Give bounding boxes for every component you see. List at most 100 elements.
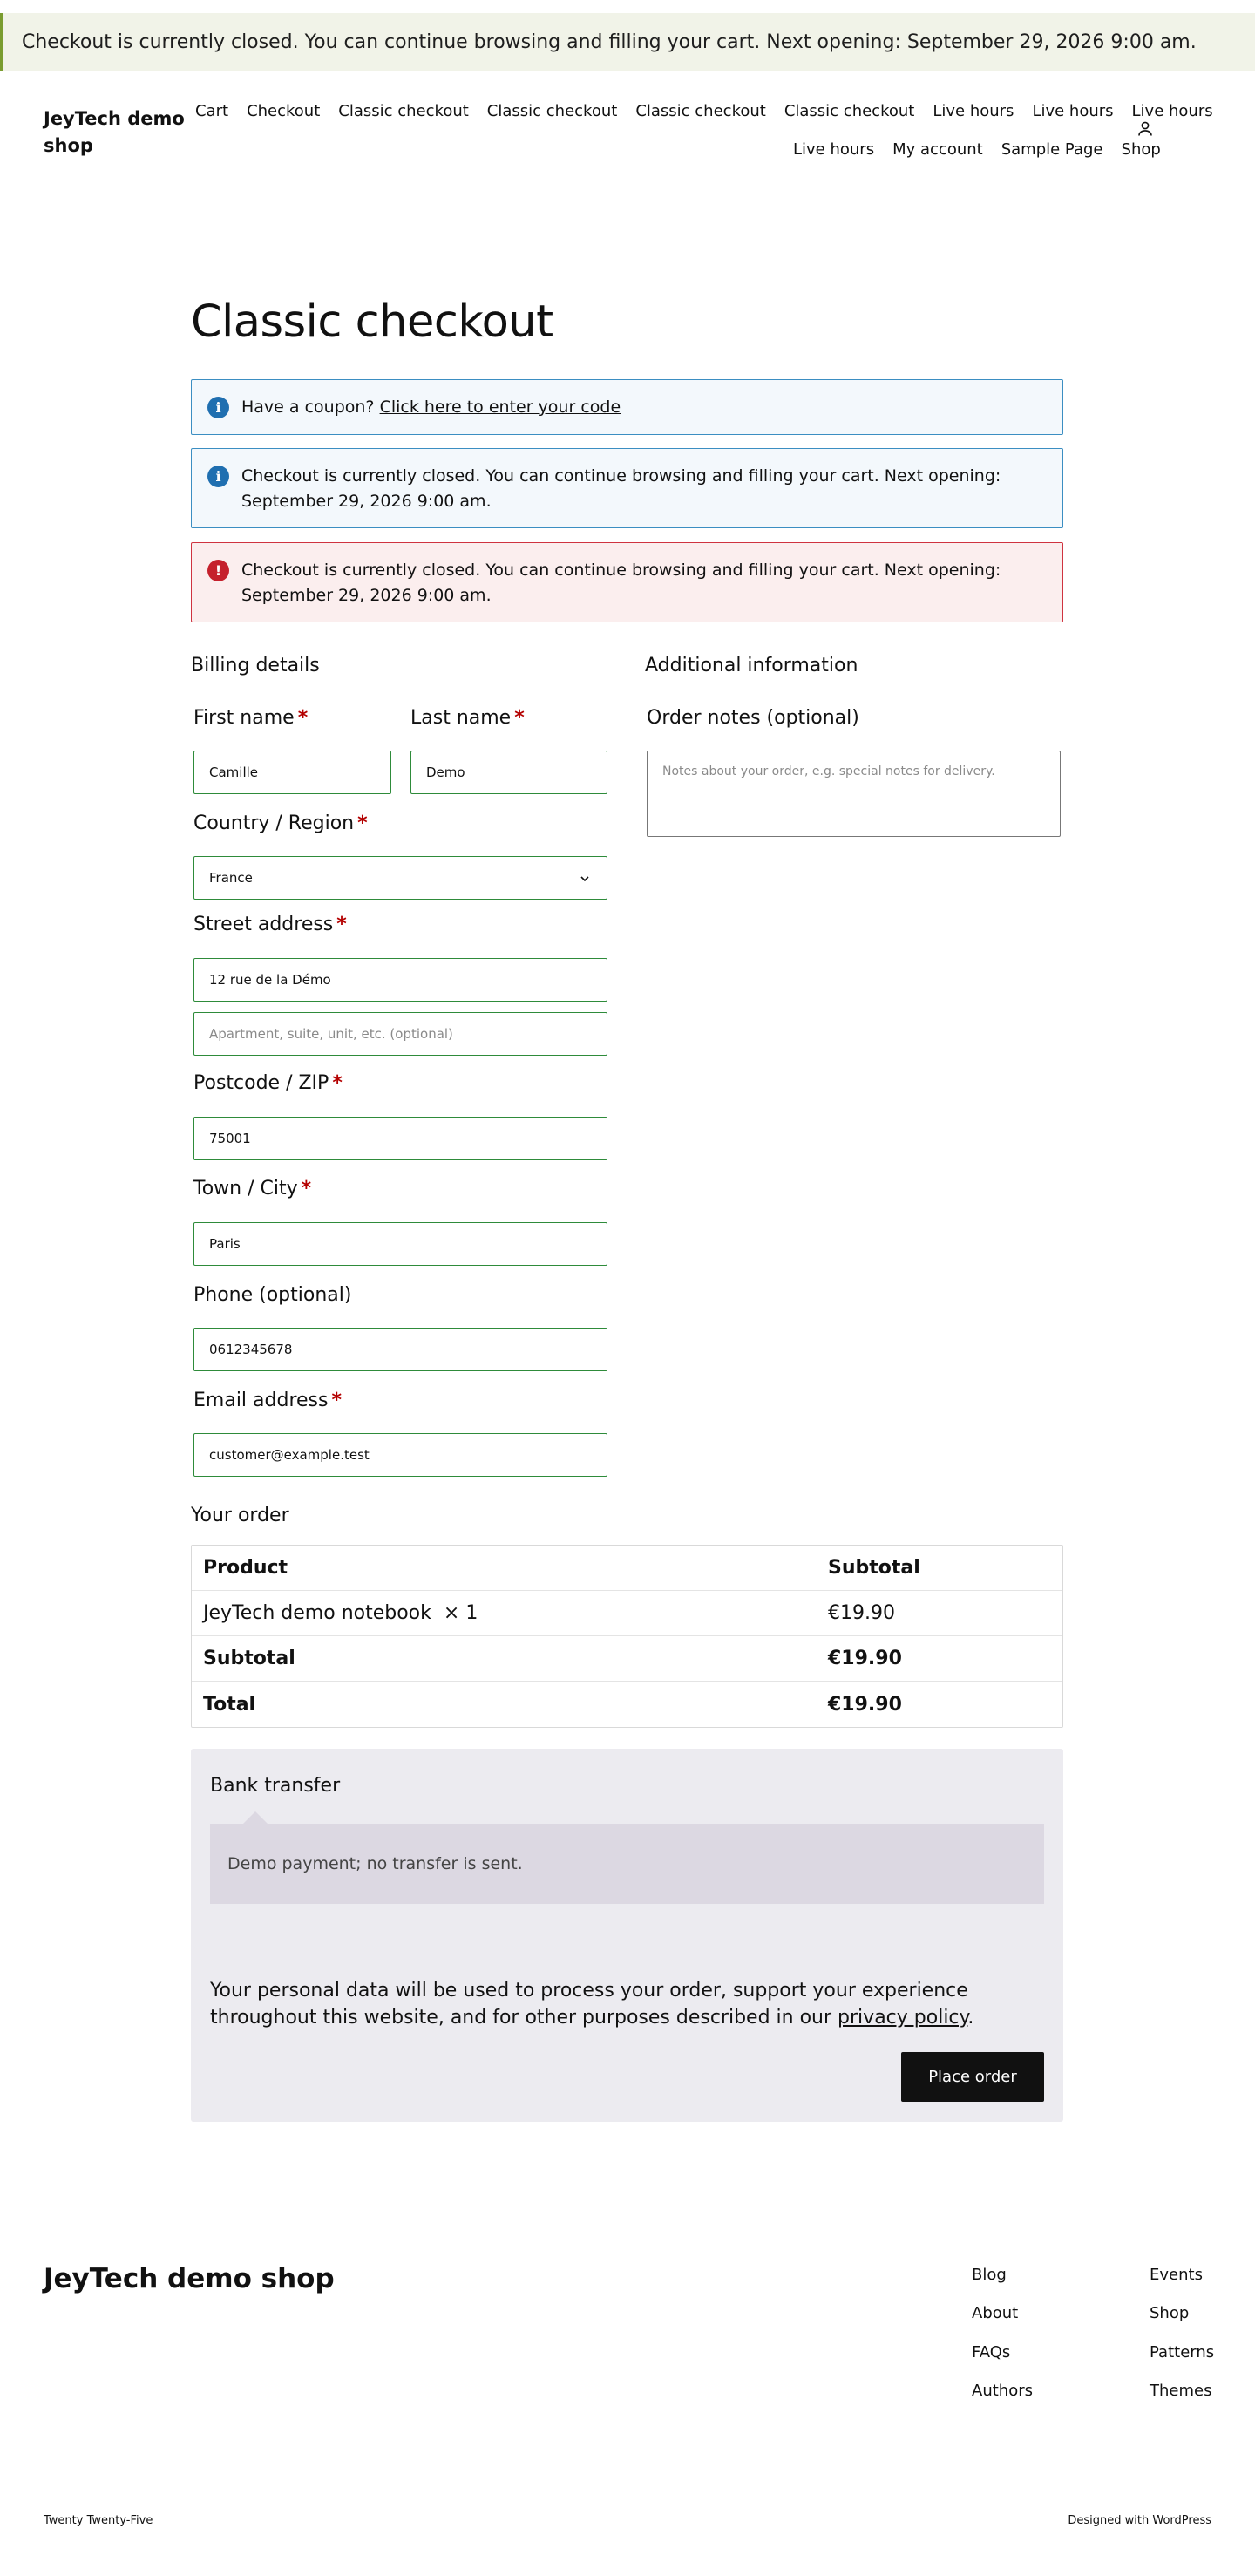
total-value: €19.90: [828, 1693, 902, 1716]
nav-item-cart[interactable]: Cart: [195, 102, 228, 120]
nav-item-classic-checkout[interactable]: Classic checkout: [487, 102, 618, 120]
order-item-name: JeyTech demo notebook: [203, 1602, 431, 1624]
checkout-closed-error-text: Checkout is currently closed. You can co…: [241, 561, 1001, 605]
order-review-table: Product Subtotal JeyTech demo notebook ×…: [191, 1545, 1063, 1728]
chevron-down-icon: [580, 876, 589, 882]
info-icon: i: [207, 466, 229, 487]
your-order-heading: Your order: [191, 1505, 289, 1526]
footer-link-authors[interactable]: Authors: [972, 2382, 1033, 2400]
payment-section: Bank transfer Demo payment; no transfer …: [191, 1749, 1063, 2122]
error-icon: !: [207, 560, 229, 581]
payment-method-label[interactable]: Bank transfer: [210, 1775, 340, 1797]
product-column-header: Product: [203, 1557, 288, 1579]
privacy-end: .: [967, 2007, 974, 2029]
country-select[interactable]: France: [193, 856, 607, 900]
payment-method-description: Demo payment; no transfer is sent.: [210, 1824, 1044, 1904]
nav-item-live-hours[interactable]: Live hours: [793, 140, 874, 159]
required-mark: *: [301, 1178, 312, 1200]
city-label-text: Town / City: [193, 1178, 298, 1200]
postcode-label-text: Postcode / ZIP: [193, 1072, 329, 1094]
footer-link-faqs[interactable]: FAQs: [972, 2343, 1010, 2362]
subtotal-value: €19.90: [828, 1648, 902, 1669]
street-address-label-text: Street address: [193, 914, 334, 935]
required-mark: *: [297, 707, 309, 729]
country-label: Country / Region *: [193, 812, 368, 834]
nav-item-checkout[interactable]: Checkout: [247, 102, 320, 120]
email-label: Email address *: [193, 1390, 342, 1411]
first-name-label-text: First name: [193, 707, 295, 729]
store-notice-banner: Checkout is currently closed. You can co…: [0, 13, 1255, 71]
last-name-label: Last name *: [410, 707, 525, 729]
order-item: JeyTech demo notebook × 1: [192, 1602, 828, 1624]
user-icon[interactable]: [1135, 119, 1156, 139]
table-row: JeyTech demo notebook × 1 €19.90: [192, 1591, 1062, 1636]
order-item-qty: × 1: [443, 1602, 478, 1624]
footer-link-events[interactable]: Events: [1150, 2266, 1203, 2284]
primary-nav-row-2: Live hours My account Sample Page Shop: [793, 140, 1161, 159]
order-notes-label: Order notes (optional): [647, 707, 859, 729]
info-icon: i: [207, 396, 229, 418]
last-name-label-text: Last name: [410, 707, 512, 729]
order-item-price: €19.90: [828, 1602, 895, 1624]
nav-item-classic-checkout[interactable]: Classic checkout: [338, 102, 469, 120]
required-mark: *: [357, 812, 368, 834]
nav-item-shop[interactable]: Shop: [1122, 140, 1161, 159]
page-title: Classic checkout: [191, 296, 553, 348]
footer-link-themes[interactable]: Themes: [1150, 2382, 1211, 2400]
wordpress-link[interactable]: WordPress: [1152, 2514, 1211, 2527]
street-address-2-field[interactable]: Apartment, suite, unit, etc. (optional): [193, 1012, 607, 1056]
postcode-field[interactable]: 75001: [193, 1117, 607, 1160]
required-mark: *: [514, 707, 525, 729]
billing-heading: Billing details: [191, 655, 320, 676]
nav-item-my-account[interactable]: My account: [892, 140, 983, 159]
footer-credit-text: Designed with: [1068, 2514, 1150, 2527]
store-notice-text: Checkout is currently closed. You can co…: [22, 31, 1197, 53]
table-row: Subtotal €19.90: [192, 1636, 1062, 1682]
checkout-closed-info-notice: i Checkout is currently closed. You can …: [191, 448, 1063, 528]
footer-link-patterns[interactable]: Patterns: [1150, 2343, 1214, 2362]
nav-item-live-hours[interactable]: Live hours: [933, 102, 1014, 120]
coupon-notice-text: Have a coupon? Click here to enter your …: [241, 395, 621, 420]
footer-theme-name: Twenty Twenty-Five: [44, 2514, 153, 2527]
phone-label: Phone (optional): [193, 1284, 352, 1306]
checkout-closed-info-text: Checkout is currently closed. You can co…: [241, 466, 1001, 511]
nav-item-classic-checkout[interactable]: Classic checkout: [784, 102, 915, 120]
footer-link-about[interactable]: About: [972, 2304, 1018, 2322]
footer-link-blog[interactable]: Blog: [972, 2266, 1007, 2284]
coupon-link[interactable]: Click here to enter your code: [380, 398, 621, 417]
city-label: Town / City *: [193, 1178, 311, 1200]
phone-field[interactable]: 0612345678: [193, 1328, 607, 1371]
nav-item-sample-page[interactable]: Sample Page: [1001, 140, 1103, 159]
email-field[interactable]: customer@example.test: [193, 1433, 607, 1477]
checkout-closed-error-notice: ! Checkout is currently closed. You can …: [191, 542, 1063, 622]
nav-item-live-hours[interactable]: Live hours: [1032, 102, 1113, 120]
required-mark: *: [331, 1390, 342, 1411]
footer-link-shop[interactable]: Shop: [1150, 2304, 1189, 2322]
nav-item-live-hours[interactable]: Live hours: [1132, 102, 1213, 120]
required-mark: *: [332, 1072, 343, 1094]
email-label-text: Email address: [193, 1390, 329, 1411]
order-notes-textarea[interactable]: Notes about your order, e.g. special not…: [647, 751, 1061, 837]
subtotal-column-header: Subtotal: [828, 1557, 920, 1579]
payment-box-pointer: [243, 1811, 268, 1824]
table-header-row: Product Subtotal: [192, 1546, 1062, 1591]
primary-nav-row-1: Cart Checkout Classic checkout Classic c…: [195, 102, 1213, 120]
postcode-label: Postcode / ZIP *: [193, 1072, 343, 1094]
coupon-notice: i Have a coupon? Click here to enter you…: [191, 379, 1063, 435]
footer-credit: Designed with WordPress: [1068, 2514, 1211, 2527]
coupon-prompt: Have a coupon?: [241, 397, 375, 417]
place-order-button[interactable]: Place order: [901, 2052, 1044, 2102]
last-name-field[interactable]: Demo: [410, 751, 607, 794]
city-field[interactable]: Paris: [193, 1222, 607, 1266]
site-title[interactable]: JeyTech demo shop: [44, 105, 192, 160]
total-label: Total: [203, 1693, 256, 1716]
required-mark: *: [336, 914, 347, 935]
street-address-field[interactable]: 12 rue de la Démo: [193, 958, 607, 1002]
footer-site-title[interactable]: JeyTech demo shop: [44, 2263, 335, 2294]
subtotal-label: Subtotal: [203, 1648, 295, 1669]
first-name-field[interactable]: Camille: [193, 751, 391, 794]
additional-info-heading: Additional information: [645, 655, 858, 676]
nav-item-classic-checkout[interactable]: Classic checkout: [635, 102, 766, 120]
country-label-text: Country / Region: [193, 812, 355, 834]
privacy-policy-link[interactable]: privacy policy: [838, 2007, 967, 2029]
